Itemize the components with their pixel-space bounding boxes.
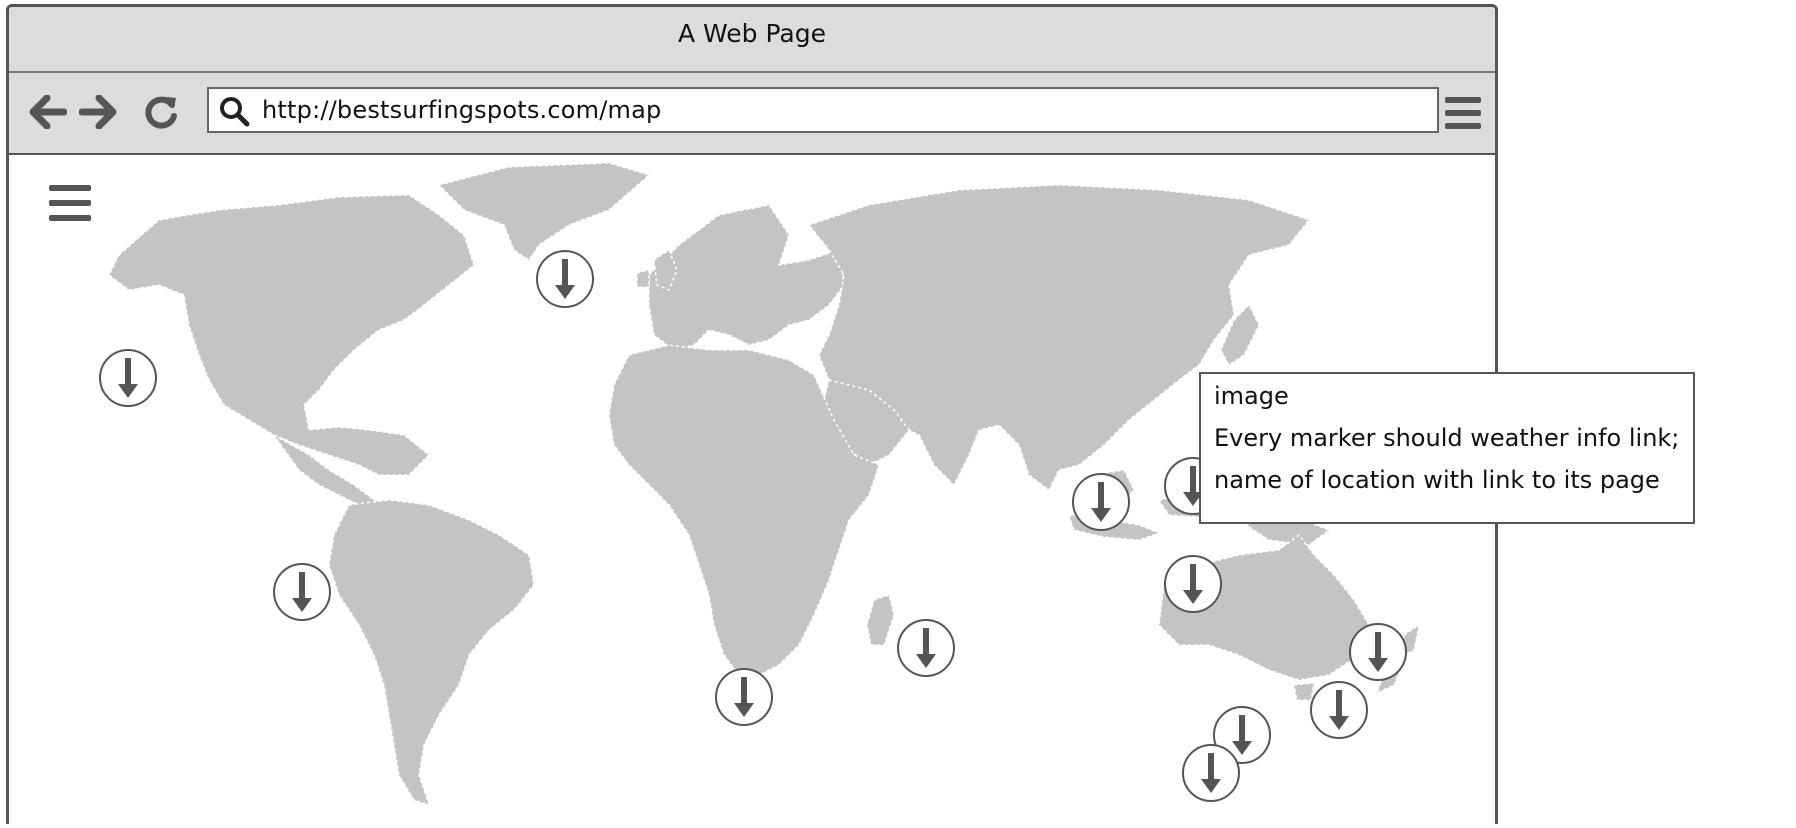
navigation-bar: http://bestsurfingspots.com/map <box>9 73 1495 155</box>
reload-icon <box>145 96 177 129</box>
note-line: name of location with link to its page <box>1214 466 1660 494</box>
map-marker[interactable] <box>896 618 956 678</box>
arrow-down-marker-icon <box>715 668 773 726</box>
map-marker[interactable] <box>714 667 774 727</box>
note-title: image <box>1214 382 1289 410</box>
map-marker[interactable] <box>98 348 158 408</box>
annotation-note: image Every marker should weather info l… <box>1199 372 1695 524</box>
arrow-down-marker-icon <box>1182 744 1240 802</box>
hamburger-menu-icon[interactable] <box>47 181 93 225</box>
arrow-right-icon <box>79 95 117 129</box>
arrow-down-marker-icon <box>1310 681 1368 739</box>
arrow-down-marker-icon <box>536 250 594 308</box>
arrow-down-marker-icon <box>99 349 157 407</box>
address-bar[interactable]: http://bestsurfingspots.com/map <box>207 87 1439 133</box>
map-marker[interactable] <box>535 249 595 309</box>
map-marker[interactable] <box>1163 554 1223 614</box>
map-marker[interactable] <box>1071 472 1131 532</box>
arrow-down-marker-icon <box>1072 473 1130 531</box>
search-icon <box>220 97 250 127</box>
arrow-down-marker-icon <box>1164 555 1222 613</box>
arrow-down-marker-icon <box>897 619 955 677</box>
map-marker[interactable] <box>272 562 332 622</box>
arrow-down-marker-icon <box>273 563 331 621</box>
reload-button[interactable] <box>139 89 185 135</box>
arrow-left-icon <box>29 95 67 129</box>
map-marker[interactable] <box>1348 622 1408 682</box>
forward-button[interactable] <box>75 89 121 135</box>
map-marker[interactable] <box>1309 680 1369 740</box>
url-text: http://bestsurfingspots.com/map <box>262 96 662 124</box>
window-title: A Web Page <box>677 19 827 48</box>
hamburger-menu-icon[interactable] <box>1443 93 1485 133</box>
title-bar: A Web Page <box>9 7 1495 73</box>
arrow-down-marker-icon <box>1349 623 1407 681</box>
note-line: Every marker should weather info link; <box>1214 424 1680 452</box>
back-button[interactable] <box>25 89 71 135</box>
map-marker[interactable] <box>1181 743 1241 803</box>
